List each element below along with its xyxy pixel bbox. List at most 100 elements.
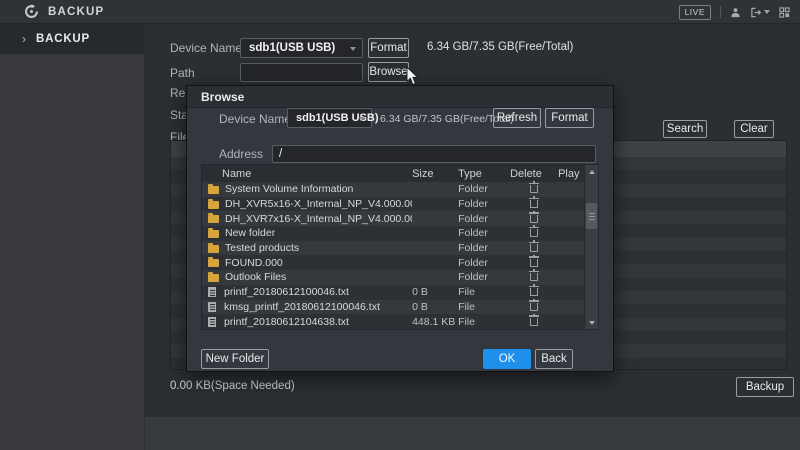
delete-icon[interactable] [530,288,538,296]
space-needed-text: 0.00 KB(Space Needed) [170,380,295,392]
topbar-divider [720,6,721,18]
delete-icon[interactable] [530,185,538,193]
file-row[interactable]: DH_XVR5x16-X_Internal_NP_V4.000.000... F… [202,197,584,212]
path-input[interactable] [240,63,363,82]
file-name: System Volume Information [225,183,353,195]
triangle-down-icon [589,321,595,325]
file-row[interactable]: kmsg_printf_20180612100046.txt 0 B File [202,300,584,315]
folder-icon [208,259,219,267]
delete-icon[interactable] [530,273,538,281]
file-name: printf_20180612104638.txt [224,316,349,328]
clear-button[interactable]: Clear [734,120,774,138]
file-row[interactable]: FOUND.000 Folder [202,255,584,270]
dialog-device-name-label: Device Name [219,112,291,126]
file-type: Folder [458,227,510,239]
live-button[interactable]: LIVE [679,5,711,20]
ok-button[interactable]: OK [483,349,531,369]
file-list-body: System Volume Information Folder DH_XVR5… [202,182,584,329]
file-size: 448.1 KB [412,316,458,328]
dropdown-caret-icon [764,10,770,14]
file-type: File [458,286,510,298]
delete-icon[interactable] [530,318,538,326]
file-type: File [458,301,510,313]
file-type: File [458,316,510,328]
file-name: DH_XVR5x16-X_Internal_NP_V4.000.000... [225,198,412,210]
delete-icon[interactable] [530,259,538,267]
device-name-label: Device Name [170,41,242,55]
file-row[interactable]: New folder Folder [202,226,584,241]
delete-icon[interactable] [530,244,538,252]
file-type: Folder [458,183,510,195]
file-name: Tested products [225,242,299,254]
dialog-device-name-value: sdb1(USB USB) [296,112,379,124]
user-icon[interactable] [730,7,741,18]
file-type: Folder [458,213,510,225]
file-table-header: Name Size Type Delete Play [202,165,584,182]
file-table: Name Size Type Delete Play System Volume… [201,164,599,330]
chevron-right-icon [22,34,26,44]
sidebar-item-label: BACKUP [36,33,90,45]
file-row[interactable]: Outlook Files Folder [202,270,584,285]
file-row[interactable]: System Volume Information Folder [202,182,584,197]
file-name: New folder [225,227,275,239]
backup-screen: BACKUP LIVE [0,0,800,450]
folder-icon [208,245,219,253]
search-button[interactable]: Search [663,120,707,138]
scrollbar-thumb[interactable] [586,203,597,229]
scroll-up-button[interactable] [585,165,598,178]
browse-button[interactable]: Browse [368,62,409,82]
scroll-down-button[interactable] [585,316,598,329]
topbar-actions: LIVE [679,0,790,24]
dialog-title: Browse [201,90,244,104]
refresh-button[interactable]: Refresh [493,108,541,128]
delete-icon[interactable] [530,229,538,237]
address-input[interactable] [272,145,596,163]
device-name-value: sdb1(USB USB) [249,42,335,54]
dialog-device-name-select[interactable]: sdb1(USB USB) [287,108,372,128]
delete-icon[interactable] [530,215,538,223]
backup-button[interactable]: Backup [736,377,794,397]
file-size: 0 B [412,301,458,313]
file-type: Folder [458,198,510,210]
browse-dialog: Browse Device Name sdb1(USB USB) 6.34 GB… [186,85,614,372]
delete-icon[interactable] [530,200,538,208]
folder-icon [208,215,219,223]
file-name: FOUND.000 [225,257,283,269]
dialog-format-button[interactable]: Format [545,108,594,128]
folder-icon [208,201,219,209]
logout-icon[interactable] [750,7,770,18]
file-row[interactable]: printf_20180612104638.txt 448.1 KB File [202,314,584,329]
dialog-titlebar[interactable]: Browse [187,86,613,108]
sidebar-item-backup[interactable]: BACKUP [0,24,144,54]
column-name: Name [202,168,412,180]
file-table-main: Name Size Type Delete Play System Volume… [202,165,584,329]
file-icon [208,317,216,327]
capacity-text: 6.34 GB/7.35 GB(Free/Total) [427,41,573,53]
file-row[interactable]: Tested products Folder [202,241,584,256]
grid-icon[interactable] [779,7,790,18]
new-folder-button[interactable]: New Folder [201,349,269,369]
format-button[interactable]: Format [368,38,409,58]
top-bar: BACKUP LIVE [0,0,800,24]
sidebar: BACKUP [0,24,145,450]
triangle-up-icon [589,170,595,174]
dropdown-caret-icon [359,117,365,121]
app-logo-icon [24,4,39,19]
path-label: Path [170,66,195,80]
folder-icon [208,274,219,282]
file-type: Folder [458,242,510,254]
file-row[interactable]: DH_XVR7x16-X_Internal_NP_V4.000.000... F… [202,211,584,226]
device-name-select[interactable]: sdb1(USB USB) [240,38,363,58]
dropdown-caret-icon [350,47,356,51]
file-icon [208,302,216,312]
column-type: Type [458,168,510,180]
file-type: Folder [458,271,510,283]
file-icon [208,287,216,297]
file-table-scrollbar[interactable] [584,165,598,329]
back-button[interactable]: Back [535,349,573,369]
file-row[interactable]: printf_20180612100046.txt 0 B File [202,285,584,300]
file-name: DH_XVR7x16-X_Internal_NP_V4.000.000... [225,213,412,225]
file-name: printf_20180612100046.txt [224,286,349,298]
delete-icon[interactable] [530,303,538,311]
folder-icon [208,186,219,194]
